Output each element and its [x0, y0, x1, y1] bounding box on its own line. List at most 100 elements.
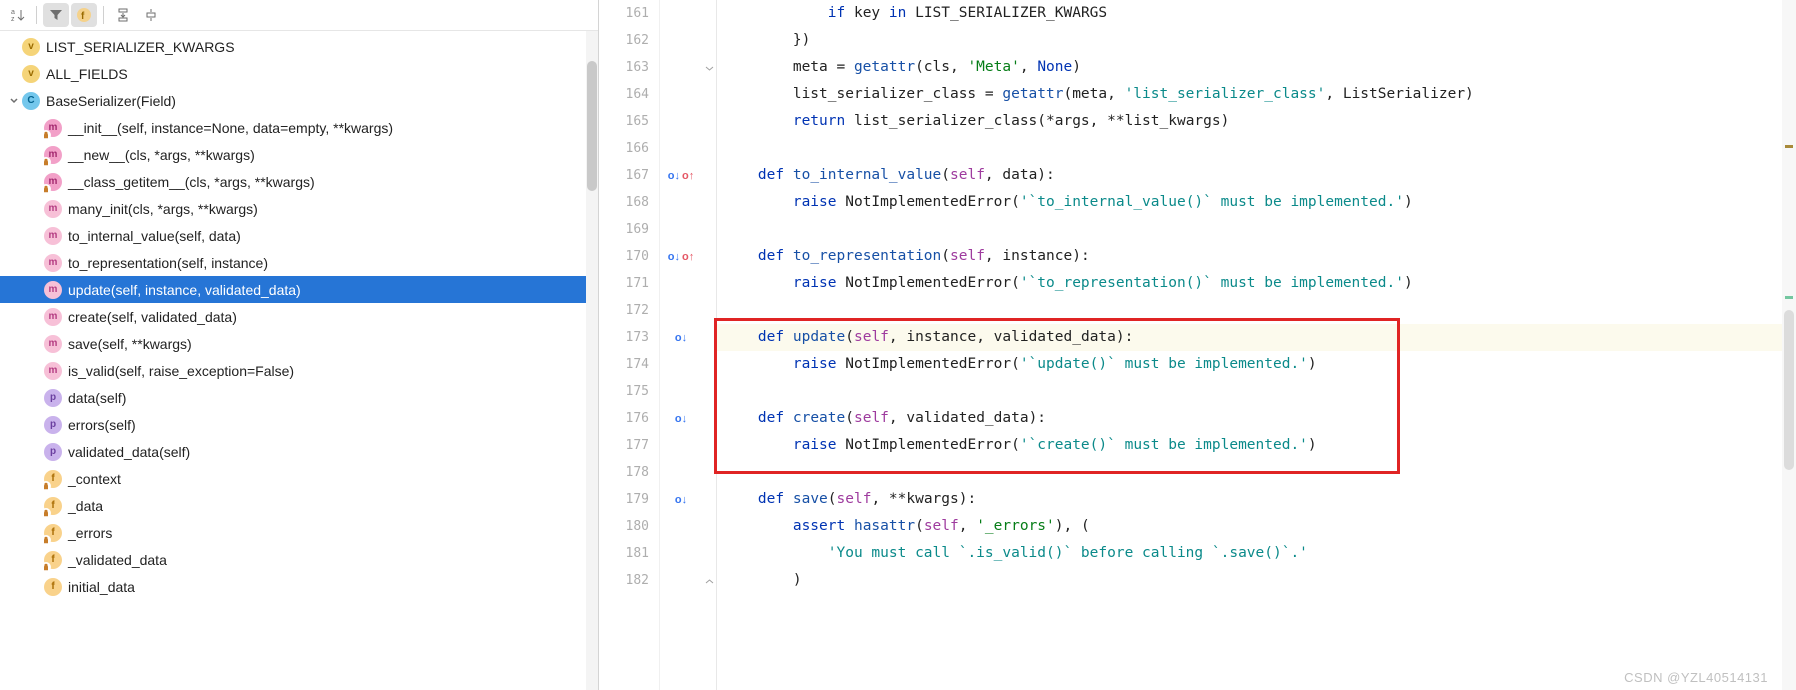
code-line[interactable] [717, 297, 1796, 324]
tree-item-label: validated_data(self) [68, 444, 190, 460]
sort-button[interactable]: az [4, 3, 30, 27]
code-editor[interactable]: 1611621631641651661671681691701711721731… [599, 0, 1796, 690]
tree-item[interactable]: finitial_data [0, 573, 598, 600]
code-line[interactable]: list_serializer_class = getattr(meta, 'l… [717, 81, 1796, 108]
m-badge-icon: m [44, 173, 62, 191]
code-line[interactable] [717, 459, 1796, 486]
marker-cell[interactable] [660, 432, 702, 459]
tree-item[interactable]: f_errors [0, 519, 598, 546]
fold-toggle-icon[interactable] [703, 575, 715, 587]
line-number: 173 [599, 324, 649, 351]
m2-badge-icon: m [44, 362, 62, 380]
tree-item-label: to_representation(self, instance) [68, 255, 268, 271]
marker-cell[interactable] [660, 135, 702, 162]
marker-cell[interactable]: o↓o↑ [660, 162, 702, 189]
marker-cell[interactable] [660, 513, 702, 540]
tree-item[interactable]: mmany_init(cls, *args, **kwargs) [0, 195, 598, 222]
tree-item[interactable]: mcreate(self, validated_data) [0, 303, 598, 330]
line-number: 168 [599, 189, 649, 216]
scroll-thumb[interactable] [587, 61, 597, 191]
marker-cell[interactable] [660, 27, 702, 54]
code-line[interactable]: def create(self, validated_data): [717, 405, 1796, 432]
code-line[interactable]: raise NotImplementedError('`to_represent… [717, 270, 1796, 297]
marker-cell[interactable] [660, 270, 702, 297]
code-area[interactable]: if key in LIST_SERIALIZER_KWARGS }) meta… [717, 0, 1796, 690]
m-badge-icon: m [44, 119, 62, 137]
code-line[interactable]: assert hasattr(self, '_errors'), ( [717, 513, 1796, 540]
m2-badge-icon: m [44, 200, 62, 218]
marker-cell[interactable] [660, 0, 702, 27]
tree-item[interactable]: f_validated_data [0, 546, 598, 573]
code-line[interactable]: 'You must call `.is_valid()` before call… [717, 540, 1796, 567]
tree-item[interactable]: f_data [0, 492, 598, 519]
tree-item[interactable]: mis_valid(self, raise_exception=False) [0, 357, 598, 384]
marker-cell[interactable] [660, 540, 702, 567]
tree-item[interactable]: vLIST_SERIALIZER_KWARGS [0, 33, 598, 60]
code-line[interactable]: if key in LIST_SERIALIZER_KWARGS [717, 0, 1796, 27]
v-badge-icon: v [22, 65, 40, 83]
tree-item[interactable]: m__init__(self, instance=None, data=empt… [0, 114, 598, 141]
lock-icon [41, 130, 51, 140]
tree-item[interactable]: pvalidated_data(self) [0, 438, 598, 465]
fold-toggle-icon[interactable] [703, 62, 715, 74]
code-line[interactable]: raise NotImplementedError('`create()` mu… [717, 432, 1796, 459]
code-line[interactable]: meta = getattr(cls, 'Meta', None) [717, 54, 1796, 81]
marker-cell[interactable]: o↓ [660, 486, 702, 513]
marker-cell[interactable] [660, 459, 702, 486]
filter-button[interactable] [43, 3, 69, 27]
tree-item[interactable]: pdata(self) [0, 384, 598, 411]
code-line[interactable]: return list_serializer_class(*args, **li… [717, 108, 1796, 135]
tree-item[interactable]: perrors(self) [0, 411, 598, 438]
marker-cell[interactable] [660, 81, 702, 108]
tree-item[interactable]: m__new__(cls, *args, **kwargs) [0, 141, 598, 168]
marker-cell[interactable] [660, 567, 702, 594]
ide-root: az f vLIST_SERIALIZER_KWARGSvALL_FIELDSC… [0, 0, 1796, 690]
toolbar-separator [103, 6, 104, 24]
tree-item[interactable]: f_context [0, 465, 598, 492]
marker-cell[interactable]: o↓ [660, 324, 702, 351]
structure-tree[interactable]: vLIST_SERIALIZER_KWARGSvALL_FIELDSCBaseS… [0, 31, 598, 690]
editor-scroll-thumb[interactable] [1784, 310, 1794, 470]
scrollbar[interactable] [586, 31, 598, 690]
function-icon: f [76, 7, 92, 23]
code-line[interactable]: def update(self, instance, validated_dat… [717, 324, 1796, 351]
code-line[interactable]: }) [717, 27, 1796, 54]
override-down-icon: o↓ [675, 332, 687, 344]
line-number: 171 [599, 270, 649, 297]
tree-item[interactable]: mto_representation(self, instance) [0, 249, 598, 276]
expand-all-button[interactable] [110, 3, 136, 27]
code-line[interactable] [717, 216, 1796, 243]
code-line[interactable]: def to_representation(self, instance): [717, 243, 1796, 270]
code-line[interactable] [717, 135, 1796, 162]
editor-scrollbar[interactable] [1782, 0, 1796, 690]
code-line[interactable]: def save(self, **kwargs): [717, 486, 1796, 513]
tree-item[interactable]: vALL_FIELDS [0, 60, 598, 87]
chevron-down-icon[interactable] [6, 93, 22, 109]
code-line[interactable] [717, 378, 1796, 405]
structure-panel: az f vLIST_SERIALIZER_KWARGSvALL_FIELDSC… [0, 0, 599, 690]
filter-icon [48, 7, 64, 23]
marker-cell[interactable]: o↓o↑ [660, 243, 702, 270]
tree-item[interactable]: mupdate(self, instance, validated_data) [0, 276, 598, 303]
tree-item-label: errors(self) [68, 417, 136, 433]
fields-button[interactable]: f [71, 3, 97, 27]
fold-gutter[interactable] [702, 0, 717, 690]
code-line[interactable]: ) [717, 567, 1796, 594]
tree-item[interactable]: CBaseSerializer(Field) [0, 87, 598, 114]
marker-cell[interactable] [660, 216, 702, 243]
collapse-all-button[interactable] [138, 3, 164, 27]
marker-cell[interactable] [660, 108, 702, 135]
tree-item[interactable]: mto_internal_value(self, data) [0, 222, 598, 249]
marker-cell[interactable] [660, 54, 702, 81]
marker-cell[interactable] [660, 297, 702, 324]
marker-cell[interactable] [660, 189, 702, 216]
code-line[interactable]: raise NotImplementedError('`update()` mu… [717, 351, 1796, 378]
code-line[interactable]: def to_internal_value(self, data): [717, 162, 1796, 189]
marker-cell[interactable] [660, 351, 702, 378]
m2-badge-icon: m [44, 335, 62, 353]
marker-cell[interactable]: o↓ [660, 405, 702, 432]
code-line[interactable]: raise NotImplementedError('`to_internal_… [717, 189, 1796, 216]
marker-cell[interactable] [660, 378, 702, 405]
tree-item[interactable]: m__class_getitem__(cls, *args, **kwargs) [0, 168, 598, 195]
tree-item[interactable]: msave(self, **kwargs) [0, 330, 598, 357]
